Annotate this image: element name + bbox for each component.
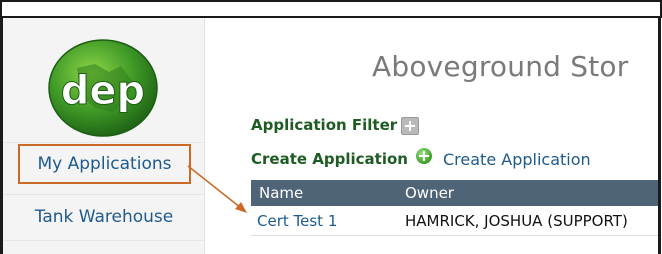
column-header-owner[interactable]: Owner [405,184,454,202]
logo-text: dep [61,68,145,114]
application-name-link[interactable]: Cert Test 1 [257,212,337,230]
sidebar-item-tank-warehouse[interactable]: Tank Warehouse [3,198,205,236]
page-title: Aboveground Stor [372,50,629,83]
dep-logo-icon[interactable]: dep [47,38,159,138]
window-frame: dep My Applications Tank Warehouse Above… [0,0,662,254]
green-plus-icon[interactable] [416,148,432,164]
nav-separator [3,194,205,195]
top-border-bar [0,0,662,18]
table-header [251,180,658,206]
arrow-head-icon [235,202,247,213]
sidebar-item-my-applications[interactable]: My Applications [18,144,191,184]
right-border [658,18,661,254]
create-application-link[interactable]: Create Application [443,150,591,169]
expand-plus-icon[interactable] [401,117,419,135]
nav-separator [3,240,205,241]
column-header-name[interactable]: Name [259,184,303,202]
application-owner: HAMRICK, JOSHUA (SUPPORT) [405,212,628,230]
sidebar: dep My Applications Tank Warehouse [3,18,205,254]
application-filter-label: Application Filter [251,116,398,134]
nav-separator [3,142,205,143]
create-application-label: Create Application [251,150,408,168]
